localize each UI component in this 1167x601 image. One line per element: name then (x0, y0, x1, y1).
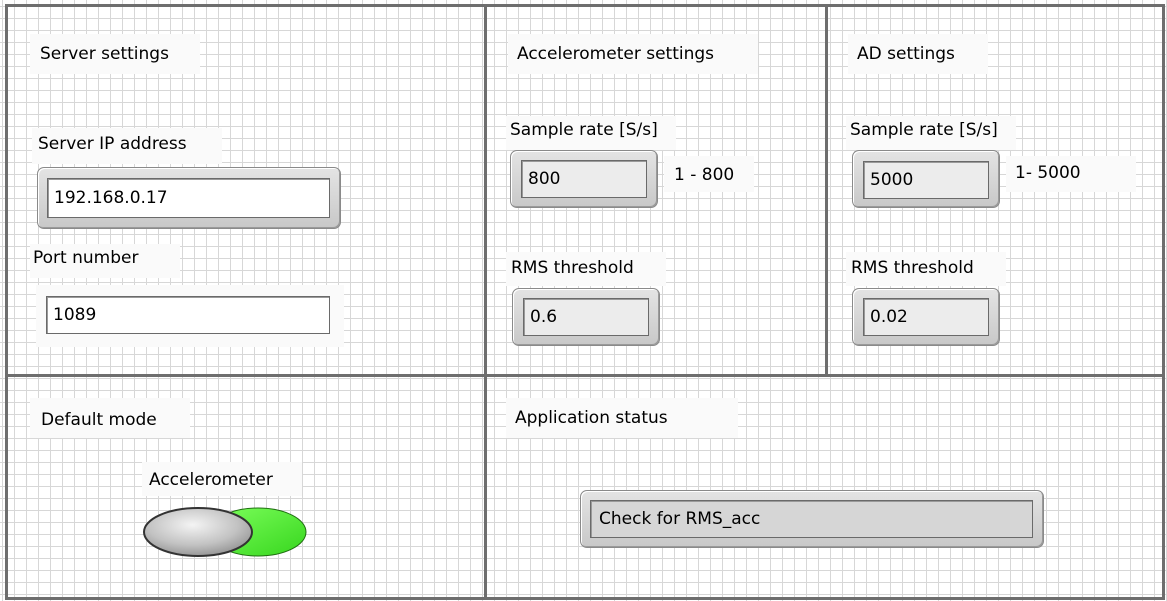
server-ip-label: Server IP address (38, 134, 187, 154)
ad-sample-rate-label: Sample rate [S/s] (850, 120, 998, 140)
accel-sample-rate-input[interactable]: 800 (521, 160, 647, 198)
accelerometer-toggle-label: Accelerometer (149, 470, 273, 490)
server-ip-input[interactable]: 192.168.0.17 (47, 178, 330, 218)
divider-v2 (825, 4, 828, 377)
accelerometer-toggle[interactable] (140, 504, 312, 562)
ad-settings-title: AD settings (857, 44, 955, 64)
divider-h1 (5, 374, 1165, 377)
accel-rms-input[interactable]: 0.6 (523, 298, 649, 336)
accel-sample-rate-range: 1 - 800 (674, 165, 735, 185)
application-status-indicator: Check for RMS_acc (590, 500, 1033, 538)
toggle-knob (143, 507, 253, 557)
accel-rms-label: RMS threshold (511, 258, 634, 278)
server-settings-title: Server settings (40, 44, 169, 64)
accel-sample-rate-label: Sample rate [S/s] (510, 120, 658, 140)
ad-rms-input[interactable]: 0.02 (863, 298, 989, 336)
default-mode-title: Default mode (41, 410, 157, 430)
divider-v1 (484, 4, 487, 600)
application-status-title: Application status (515, 408, 668, 428)
accelerometer-settings-title: Accelerometer settings (517, 44, 715, 64)
port-number-label: Port number (33, 248, 139, 268)
ad-sample-rate-input[interactable]: 5000 (863, 161, 989, 199)
port-number-input[interactable]: 1089 (46, 296, 330, 334)
ad-sample-rate-range: 1- 5000 (1015, 163, 1081, 183)
ad-rms-label: RMS threshold (851, 258, 974, 278)
